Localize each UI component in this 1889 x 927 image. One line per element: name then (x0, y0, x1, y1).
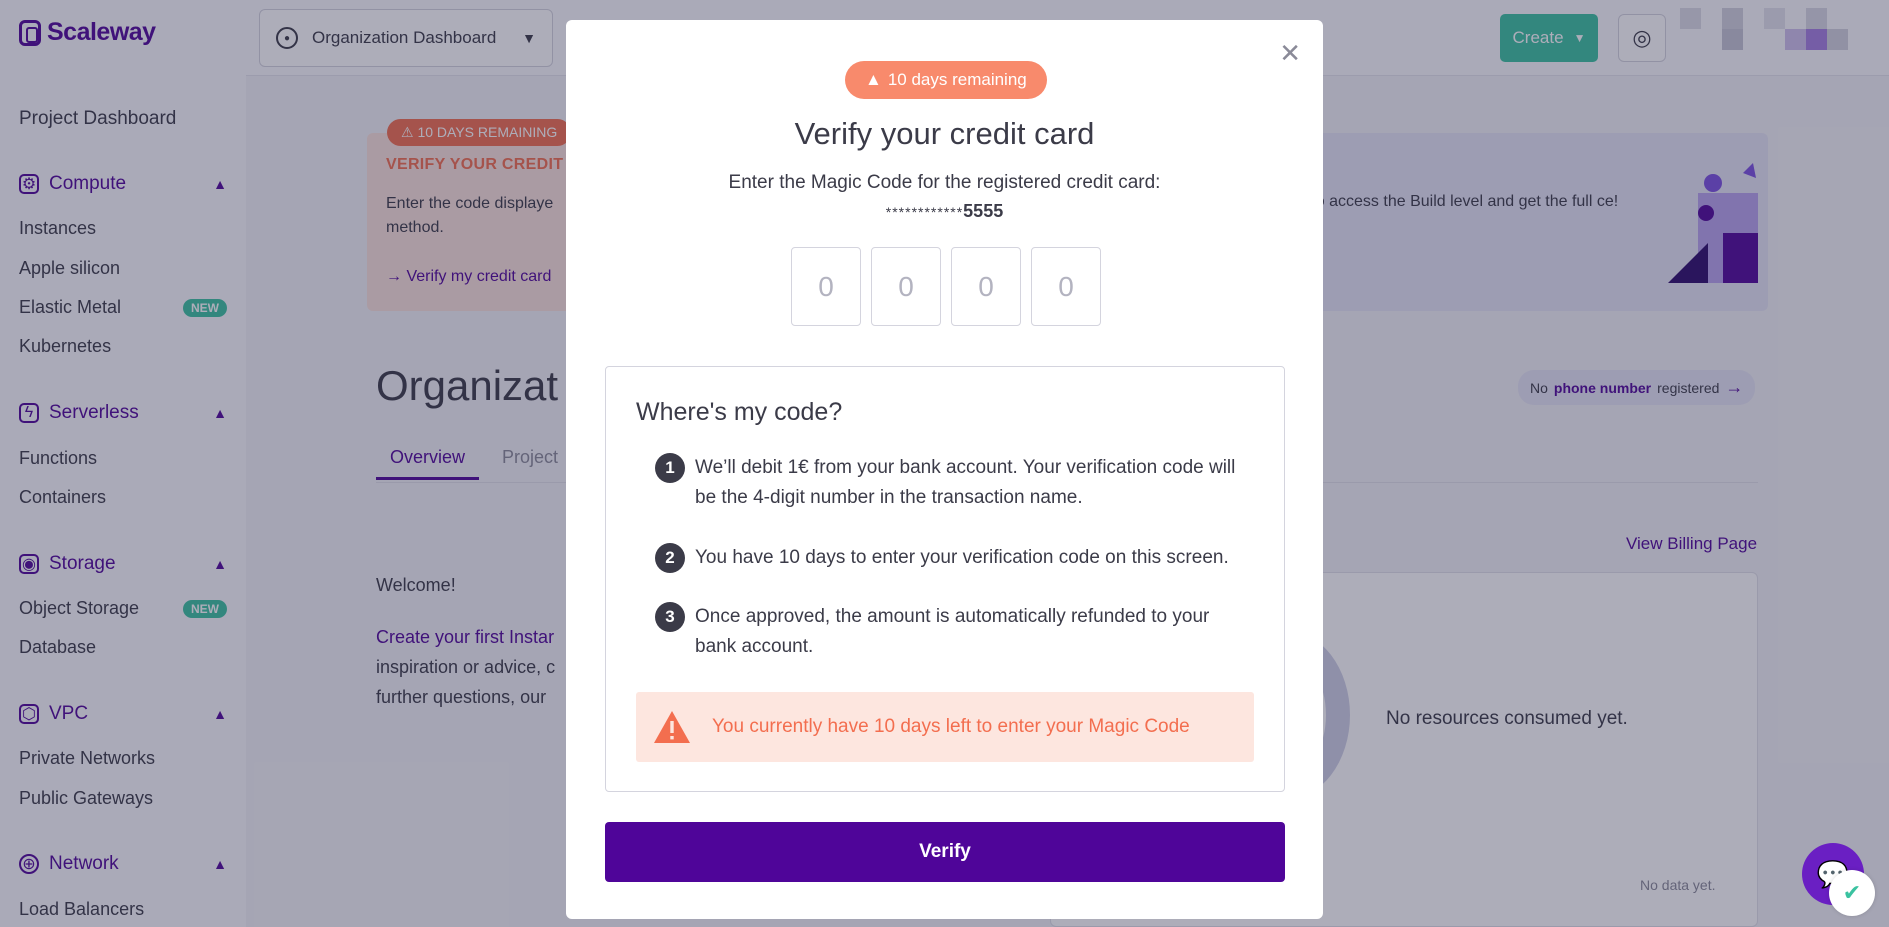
step-number: 3 (655, 602, 685, 632)
help-title: Where's my code? (636, 398, 843, 426)
days-remaining-label: 10 days remaining (887, 70, 1027, 89)
card-last4: 5555 (963, 201, 1004, 221)
code-digit-input[interactable]: 0 (1031, 247, 1101, 326)
step-text: We’ll debit 1€ from your bank account. Y… (695, 457, 1236, 508)
warning-icon: ▲ (865, 70, 882, 89)
step-text: You have 10 days to enter your verificat… (695, 547, 1229, 568)
step-item: 1 We’ll debit 1€ from your bank account.… (655, 453, 1255, 513)
code-digit-input[interactable]: 0 (791, 247, 861, 326)
verify-card-modal: ✕ ▲ 10 days remaining Verify your credit… (566, 20, 1323, 919)
code-digit-input[interactable]: 0 (871, 247, 941, 326)
close-icon[interactable]: ✕ (1279, 38, 1301, 69)
security-badge[interactable]: ✔ (1829, 870, 1875, 916)
warning-text: You currently have 10 days left to enter… (712, 716, 1190, 737)
modal-subtitle: Enter the Magic Code for the registered … (728, 172, 1161, 193)
step-item: 3 Once approved, the amount is automatic… (655, 602, 1255, 662)
verify-button[interactable]: Verify (605, 822, 1285, 882)
card-masked: ************ (885, 204, 964, 220)
code-input-group: 0 0 0 0 (791, 247, 1101, 326)
days-remaining-pill: ▲ 10 days remaining (845, 61, 1047, 99)
warning-alert: You currently have 10 days left to enter… (636, 692, 1254, 762)
where-is-my-code-box: Where's my code? 1 We’ll debit 1€ from y… (605, 366, 1285, 792)
step-number: 1 (655, 453, 685, 483)
step-text: Once approved, the amount is automatical… (695, 606, 1210, 657)
code-digit-input[interactable]: 0 (951, 247, 1021, 326)
shield-check-icon: ✔ (1842, 880, 1862, 905)
step-item: 2 You have 10 days to enter your verific… (655, 543, 1255, 573)
warning-icon (654, 711, 690, 743)
card-number: ************5555 (566, 201, 1323, 222)
step-number: 2 (655, 543, 685, 573)
modal-title: Verify your credit card (794, 116, 1095, 151)
